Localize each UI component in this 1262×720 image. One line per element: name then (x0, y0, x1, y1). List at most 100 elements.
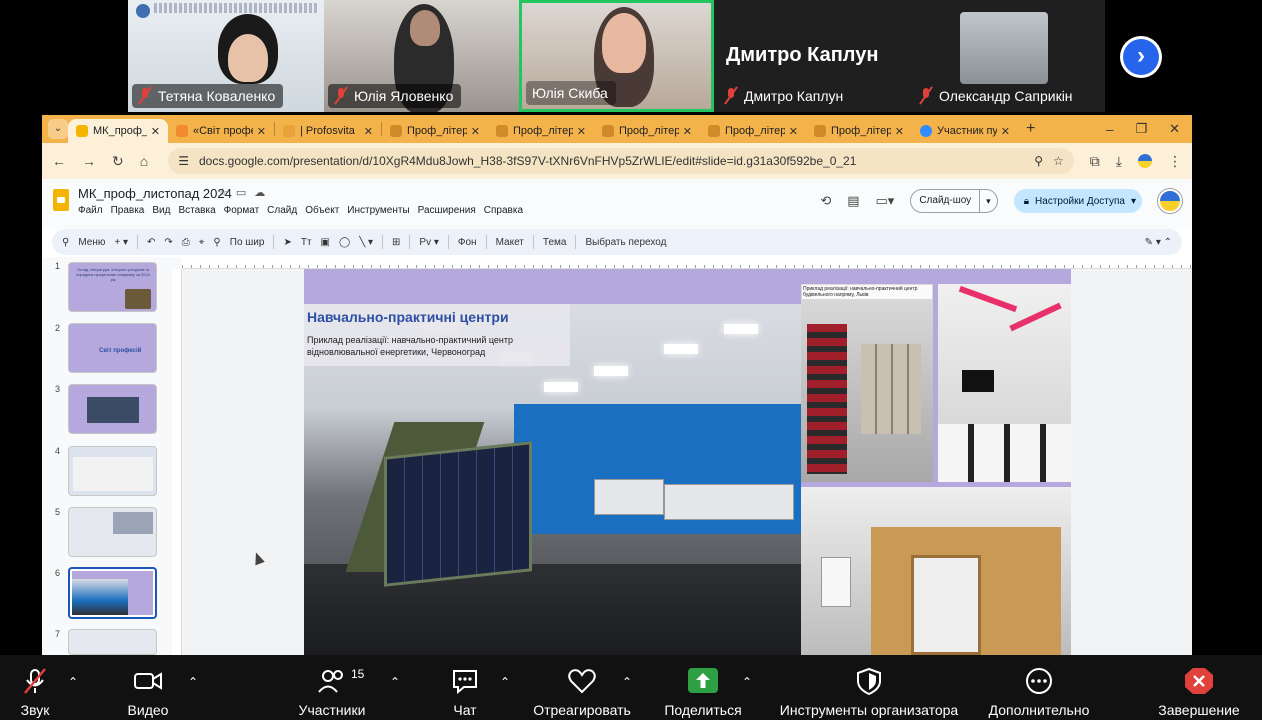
menu-slide[interactable]: Слайд (267, 205, 297, 216)
menu-tools[interactable]: Инструменты (347, 205, 409, 216)
url-bar[interactable]: ☰ docs.google.com/presentation/d/10XgR4M… (168, 148, 1074, 174)
tab-slides[interactable]: МК_проф_ли ✕ (68, 119, 168, 143)
participants-options-chevron-icon[interactable]: ⌃ (390, 675, 400, 689)
menu-insert[interactable]: Вставка (178, 205, 215, 216)
video-options-chevron-icon[interactable]: ⌃ (188, 675, 198, 689)
close-tab-icon[interactable]: ✕ (895, 125, 904, 138)
input-tools-icon[interactable]: Pv ▾ (419, 237, 438, 248)
participant-tile-2[interactable]: Юлія Яловенко (324, 0, 519, 112)
menu-file[interactable]: Файл (78, 205, 103, 216)
chat-options-chevron-icon[interactable]: ⌃ (500, 675, 510, 689)
slideshow-button[interactable]: Слайд-шоу ▾ (910, 189, 998, 213)
share-button[interactable]: 🔒︎ Настройки Доступа ▾ (1013, 189, 1142, 213)
chevron-down-icon[interactable]: ▾ (1131, 196, 1136, 207)
menu-view[interactable]: Вид (152, 205, 170, 216)
pen-tool-icon[interactable]: ✎ ▾ ⌃ (1145, 237, 1172, 248)
chevron-down-icon[interactable]: ▾ (980, 196, 997, 207)
print-icon[interactable]: ⎙ (182, 237, 190, 248)
document-title[interactable]: МК_проф_листопад 2024 (78, 186, 232, 201)
tab-profosvita[interactable]: | Profosvita ✕ (275, 119, 381, 143)
current-slide[interactable]: Навчально-практичні центри Приклад реалі… (304, 269, 1071, 655)
audio-options-chevron-icon[interactable]: ⌃ (68, 675, 78, 689)
zoom-icon[interactable]: ⚲ (213, 237, 220, 248)
layout-button[interactable]: Макет (496, 237, 524, 248)
share-options-chevron-icon[interactable]: ⌃ (742, 675, 752, 689)
close-tab-icon[interactable]: ✕ (683, 125, 692, 138)
download-icon[interactable]: ⤓ (1116, 153, 1122, 170)
tab-prof-literatura-5[interactable]: Проф_літера ✕ (806, 119, 912, 143)
zoom-lens-icon[interactable]: ⚲ (1034, 154, 1043, 168)
close-window-button[interactable]: ✕ (1169, 121, 1180, 137)
participant-tile-4[interactable]: Дмитро Каплун Дмитро Каплун (714, 0, 909, 112)
zoom-select[interactable]: По шир (230, 237, 265, 248)
line-icon[interactable]: ╲ ▾ (359, 237, 373, 248)
video-button[interactable]: Видео (113, 655, 183, 720)
close-tab-icon[interactable]: ✕ (577, 125, 586, 138)
restore-button[interactable]: ❐ (1135, 121, 1147, 137)
minimize-button[interactable]: – (1106, 122, 1113, 137)
close-tab-icon[interactable]: ✕ (364, 125, 373, 138)
participant-tile-1[interactable]: Тетяна Коваленко (128, 0, 324, 112)
menu-edit[interactable]: Правка (111, 205, 145, 216)
meet-camera-icon[interactable]: ▭▾ (876, 193, 895, 209)
audio-button[interactable]: Звук (0, 655, 70, 720)
extensions-icon[interactable]: ⧉ (1090, 153, 1100, 170)
participants-button[interactable]: 15 Участники (292, 655, 372, 720)
site-info-icon[interactable]: ☰ (178, 154, 189, 168)
undo-icon[interactable]: ↶ (147, 237, 155, 248)
reload-icon[interactable]: ↻ (112, 153, 124, 170)
browser-menu-icon[interactable]: ⋮ (1168, 153, 1182, 170)
tab-prof-literatura-3[interactable]: Проф_літера ✕ (594, 119, 700, 143)
profile-flag-icon[interactable] (1138, 154, 1152, 168)
cloud-status-icon[interactable]: ☁ (254, 186, 265, 199)
move-folder-icon[interactable]: ▭ (236, 186, 246, 199)
select-pointer-icon[interactable]: ➤ (283, 237, 291, 248)
participant-tile-5[interactable]: Олександр Саприкін (909, 0, 1105, 112)
tab-prof-literatura-1[interactable]: Проф_літера ✕ (382, 119, 488, 143)
end-meeting-button[interactable]: Завершение (1152, 655, 1246, 720)
comments-icon[interactable]: ▤ (847, 193, 859, 209)
comment-icon[interactable]: ⊞ (392, 237, 400, 248)
image-icon[interactable]: ▣ (321, 237, 330, 248)
close-tab-icon[interactable]: ✕ (257, 125, 266, 138)
close-tab-icon[interactable]: ✕ (471, 125, 480, 138)
text-box-icon[interactable]: Tт (301, 237, 312, 248)
new-tab-button[interactable]: + (1026, 120, 1035, 138)
google-slides-logo-icon[interactable] (53, 189, 69, 211)
slide-thumbnail-6-selected[interactable] (68, 567, 157, 619)
slide-thumbnail-7[interactable] (68, 629, 157, 655)
tab-prof-literatura-2[interactable]: Проф_літера ✕ (488, 119, 594, 143)
tab-search-button[interactable]: ⌄ (48, 119, 68, 139)
tab-svit-profesiy[interactable]: «Світ профе ✕ (168, 119, 274, 143)
more-button[interactable]: Дополнительно (982, 655, 1096, 720)
slide-thumbnail-5[interactable] (68, 507, 157, 557)
slide-thumbnail-1[interactable]: Огляд літератури, інтернет-ресурсів та п… (68, 262, 157, 312)
theme-button[interactable]: Тема (543, 237, 567, 248)
paint-format-icon[interactable]: ⌖ (199, 237, 205, 248)
share-screen-button[interactable]: Поделиться (658, 655, 748, 720)
bookmark-star-icon[interactable]: ☆ (1053, 154, 1064, 168)
slide-thumbnail-2[interactable]: Світ професій (68, 323, 157, 373)
close-tab-icon[interactable]: ✕ (1001, 125, 1010, 138)
close-tab-icon[interactable]: ✕ (151, 125, 160, 138)
shape-icon[interactable]: ◯ (339, 237, 350, 248)
close-tab-icon[interactable]: ✕ (789, 125, 798, 138)
forward-icon[interactable]: → (82, 153, 96, 169)
tab-zoom-participant[interactable]: Участник пу ✕ (912, 119, 1018, 143)
back-icon[interactable]: ← (52, 153, 66, 169)
host-tools-button[interactable]: Инструменты организатора (770, 655, 968, 720)
menu-extensions[interactable]: Расширения (418, 205, 476, 216)
menu-object[interactable]: Объект (305, 205, 339, 216)
slide-title-box[interactable]: Навчально-практичні центри Приклад реалі… (304, 304, 570, 366)
menu-help[interactable]: Справка (484, 205, 523, 216)
search-icon[interactable]: ⚲ (62, 237, 69, 248)
new-slide-icon[interactable]: + ▾ (114, 237, 128, 248)
participant-tile-3-active-speaker[interactable]: Юлія Скиба (519, 0, 714, 112)
chat-button[interactable]: Чат (430, 655, 500, 720)
redo-icon[interactable]: ↷ (164, 237, 172, 248)
slide-thumbnail-4[interactable] (68, 446, 157, 496)
history-icon[interactable]: ⟲ (820, 193, 831, 209)
slide-thumbnail-3[interactable] (68, 384, 157, 434)
slideshow-label[interactable]: Слайд-шоу (911, 190, 981, 212)
star-icon[interactable]: ☆ (218, 186, 228, 199)
